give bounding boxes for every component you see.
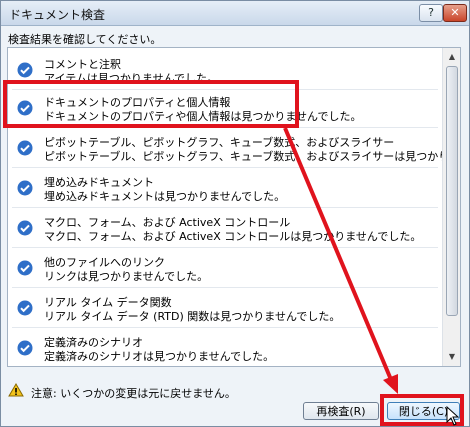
annotation-arrow-icon (283, 127, 398, 394)
mouse-pointer-icon (446, 406, 460, 426)
